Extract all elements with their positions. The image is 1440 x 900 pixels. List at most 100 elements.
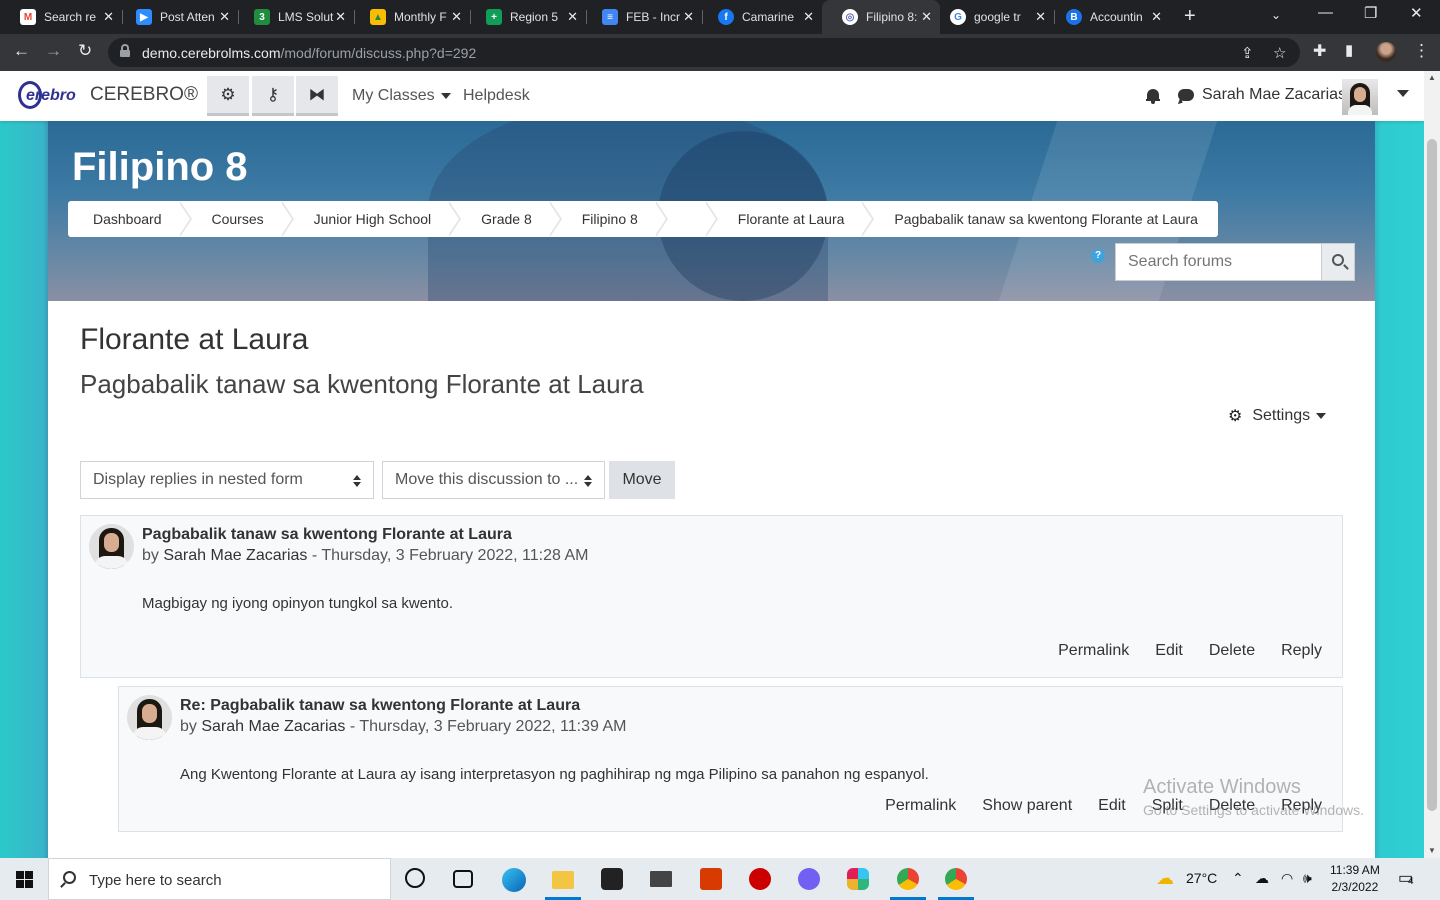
cerebro-logo[interactable]: erebro bbox=[18, 81, 86, 111]
profile-avatar[interactable] bbox=[1376, 42, 1396, 62]
permalink-link[interactable]: Permalink bbox=[1058, 642, 1129, 660]
close-tab-icon[interactable]: ✕ bbox=[1151, 9, 1162, 25]
windows-start-icon[interactable] bbox=[16, 871, 33, 888]
store-icon[interactable] bbox=[601, 868, 623, 890]
user-menu-caret-icon[interactable] bbox=[1397, 90, 1409, 97]
browser-tab[interactable]: 3 LMS Solut ✕ bbox=[234, 0, 354, 34]
show-parent-link[interactable]: Show parent bbox=[982, 797, 1072, 815]
helpdesk-link[interactable]: Helpdesk bbox=[463, 87, 530, 105]
slack-icon[interactable] bbox=[847, 868, 869, 890]
tools-button[interactable]: ⚷ bbox=[252, 76, 294, 116]
search-forums-input[interactable] bbox=[1115, 243, 1322, 281]
office-icon[interactable] bbox=[700, 868, 722, 890]
browser-tab[interactable]: f Camarine ✕ bbox=[698, 0, 822, 34]
chat-icon[interactable] bbox=[1178, 89, 1194, 101]
avatar[interactable] bbox=[127, 695, 172, 740]
help-icon[interactable]: ? bbox=[1091, 249, 1105, 263]
close-tab-icon[interactable]: ✕ bbox=[683, 9, 694, 25]
volume-icon[interactable]: 🕪 bbox=[1303, 870, 1312, 887]
breadcrumb-item[interactable]: Florante at Laura bbox=[738, 211, 845, 227]
browser-tab[interactable]: + Region 5 ✕ bbox=[466, 0, 586, 34]
activate-windows-hint: Go to Settings to activate Windows. bbox=[1143, 802, 1364, 818]
close-tab-icon[interactable]: ✕ bbox=[803, 9, 814, 25]
browser-tab[interactable]: G google tr ✕ bbox=[930, 0, 1054, 34]
forward-icon[interactable]: → bbox=[45, 41, 62, 61]
close-tab-icon[interactable]: ✕ bbox=[1035, 9, 1046, 25]
back-icon[interactable]: ← bbox=[13, 41, 30, 61]
close-tab-icon[interactable]: ✕ bbox=[567, 9, 578, 25]
breadcrumb-item[interactable]: Grade 8 bbox=[481, 211, 532, 227]
close-tab-icon[interactable]: ✕ bbox=[103, 9, 114, 25]
weather-icon[interactable]: ☁ bbox=[1156, 868, 1174, 889]
bell-icon[interactable] bbox=[1146, 88, 1160, 104]
close-tab-icon[interactable]: ✕ bbox=[335, 9, 346, 25]
mail-icon[interactable] bbox=[650, 871, 672, 887]
side-panel-icon[interactable]: ▮ bbox=[1345, 41, 1353, 59]
system-clock[interactable]: 11:39 AM 2/3/2022 bbox=[1330, 862, 1380, 896]
move-button[interactable]: Move bbox=[609, 461, 675, 499]
edge-icon[interactable] bbox=[502, 868, 526, 892]
address-bar[interactable]: demo.cerebrolms.com/mod/forum/discuss.ph… bbox=[108, 38, 1300, 67]
sitemap-button[interactable]: ⧓ bbox=[296, 76, 338, 116]
avatar[interactable] bbox=[1342, 79, 1378, 115]
close-window-icon[interactable]: ✕ bbox=[1410, 4, 1423, 22]
cortana-icon[interactable] bbox=[405, 868, 425, 888]
post-author-link[interactable]: Sarah Mae Zacarias bbox=[163, 547, 307, 564]
weather-temperature[interactable]: 27°C bbox=[1186, 870, 1217, 886]
settings-menu[interactable]: ⚙ Settings bbox=[1228, 406, 1327, 426]
notifications-icon[interactable]: ▭ 4 bbox=[1398, 868, 1414, 888]
breadcrumb-item[interactable]: Filipino 8 bbox=[582, 211, 638, 227]
file-explorer-icon[interactable] bbox=[552, 871, 574, 889]
my-classes-menu[interactable]: My Classes bbox=[352, 87, 451, 105]
task-view-icon[interactable] bbox=[453, 870, 473, 888]
browser-tab[interactable]: ▶ Post Atten ✕ bbox=[116, 0, 238, 34]
minimize-icon[interactable]: — bbox=[1318, 4, 1333, 21]
extensions-icon[interactable]: ✚ bbox=[1313, 41, 1326, 61]
browser-tab[interactable]: B Accountin ✕ bbox=[1046, 0, 1170, 34]
delete-link[interactable]: Delete bbox=[1209, 642, 1255, 660]
browser-toolbar: ← → ↻ demo.cerebrolms.com/mod/forum/disc… bbox=[0, 34, 1440, 71]
post-author-link[interactable]: Sarah Mae Zacarias bbox=[201, 718, 345, 735]
browser-tab[interactable]: ≡ FEB - Incr ✕ bbox=[582, 0, 702, 34]
edit-link[interactable]: Edit bbox=[1098, 797, 1126, 815]
close-tab-icon[interactable]: ✕ bbox=[451, 9, 462, 25]
scrollbar-thumb[interactable] bbox=[1427, 139, 1437, 811]
lock-icon[interactable] bbox=[120, 44, 130, 57]
scroll-down-icon[interactable]: ▼ bbox=[1428, 846, 1436, 855]
chrome-icon[interactable] bbox=[897, 868, 919, 890]
user-name[interactable]: Sarah Mae Zacarias bbox=[1202, 86, 1346, 104]
breadcrumb-item[interactable]: Dashboard bbox=[93, 211, 162, 227]
tab-search-icon[interactable]: ⌄ bbox=[1271, 8, 1281, 22]
onedrive-icon[interactable]: ☁ bbox=[1255, 870, 1269, 887]
avatar[interactable] bbox=[89, 524, 134, 569]
taskbar-search[interactable]: Type here to search bbox=[48, 858, 391, 900]
share-icon[interactable]: ⇪ bbox=[1241, 44, 1254, 62]
restore-icon[interactable]: ❐ bbox=[1364, 4, 1377, 22]
new-tab-icon[interactable]: + bbox=[1184, 5, 1196, 28]
chrome-icon[interactable] bbox=[945, 868, 967, 890]
search-button[interactable] bbox=[1321, 243, 1355, 281]
close-tab-icon[interactable]: ✕ bbox=[219, 9, 230, 25]
chrome-menu-icon[interactable]: ⋮ bbox=[1413, 41, 1430, 61]
bookmark-star-icon[interactable]: ☆ bbox=[1273, 44, 1286, 62]
breadcrumb-item[interactable]: Courses bbox=[212, 211, 264, 227]
move-discussion-select[interactable]: Move this discussion to ... bbox=[382, 461, 605, 499]
reply-link[interactable]: Reply bbox=[1281, 642, 1322, 660]
admin-settings-button[interactable]: ⚙ bbox=[207, 76, 249, 116]
edit-link[interactable]: Edit bbox=[1155, 642, 1183, 660]
browser-tab-active[interactable]: ◎ Filipino 8: ✕ bbox=[822, 0, 940, 34]
browser-tab[interactable]: M Search re ✕ bbox=[0, 0, 122, 34]
app-icon[interactable] bbox=[749, 868, 771, 890]
chevron-up-icon[interactable]: ⌃ bbox=[1232, 870, 1244, 887]
browser-tab[interactable]: ▲ Monthly F ✕ bbox=[350, 0, 470, 34]
display-mode-select[interactable]: Display replies in nested form bbox=[80, 461, 374, 499]
sitemap-icon: ⧓ bbox=[308, 84, 326, 104]
viber-icon[interactable] bbox=[798, 868, 820, 890]
reload-icon[interactable]: ↻ bbox=[78, 41, 92, 61]
scroll-up-icon[interactable]: ▲ bbox=[1428, 73, 1436, 82]
permalink-link[interactable]: Permalink bbox=[885, 797, 956, 815]
wifi-icon[interactable]: ◠ bbox=[1281, 870, 1293, 887]
page-scrollbar[interactable]: ▲ ▼ bbox=[1424, 71, 1440, 858]
site-brand[interactable]: CEREBRO® bbox=[90, 84, 198, 106]
breadcrumb-item[interactable]: Junior High School bbox=[314, 211, 432, 227]
